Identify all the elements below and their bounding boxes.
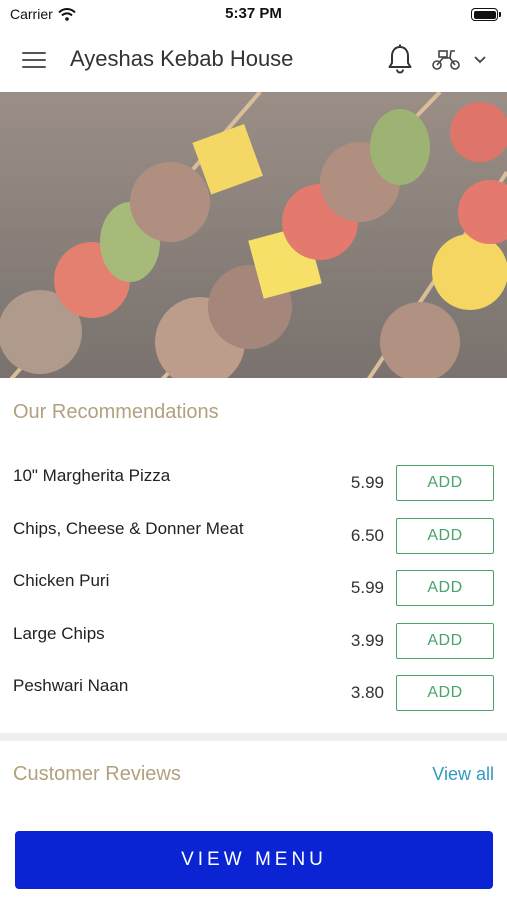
list-item: Chips, Cheese & Donner Meat 6.50 ADD — [0, 508, 507, 554]
recommendations-title: Our Recommendations — [13, 401, 219, 423]
add-button[interactable]: ADD — [396, 465, 494, 501]
section-divider — [0, 733, 507, 741]
view-menu-button[interactable]: VIEW MENU — [15, 831, 493, 889]
battery-icon — [471, 8, 501, 21]
item-name: Chips, Cheese & Donner Meat — [13, 519, 244, 538]
list-item: Large Chips 3.99 ADD — [0, 613, 507, 659]
item-name: 10" Margherita Pizza — [13, 466, 171, 485]
add-button[interactable]: ADD — [396, 675, 494, 711]
app-header: Ayeshas Kebab House — [0, 30, 507, 92]
view-all-link[interactable]: View all — [432, 764, 494, 785]
item-price: 3.99 — [350, 631, 384, 650]
item-price: 6.50 — [350, 526, 384, 545]
hero-image — [0, 92, 507, 378]
list-item: Peshwari Naan 3.80 ADD — [0, 665, 507, 711]
menu-icon[interactable] — [22, 50, 48, 70]
item-price: 5.99 — [350, 578, 384, 597]
scooter-icon[interactable] — [430, 46, 462, 72]
add-button[interactable]: ADD — [396, 623, 494, 659]
item-name: Chicken Puri — [13, 571, 110, 590]
restaurant-title: Ayeshas Kebab House — [70, 46, 294, 71]
bell-icon[interactable] — [385, 43, 415, 75]
status-bar: Carrier 5:37 PM — [0, 0, 507, 30]
list-item: 10" Margherita Pizza 5.99 ADD — [0, 455, 507, 501]
item-price: 3.80 — [350, 683, 384, 702]
chevron-down-icon[interactable] — [472, 52, 488, 66]
add-button[interactable]: ADD — [396, 570, 494, 606]
item-name: Large Chips — [13, 624, 105, 643]
item-name: Peshwari Naan — [13, 676, 129, 695]
reviews-title: Customer Reviews — [13, 763, 181, 785]
status-time: 5:37 PM — [225, 5, 282, 22]
add-button[interactable]: ADD — [396, 518, 494, 554]
item-price: 5.99 — [350, 473, 384, 492]
list-item: Chicken Puri 5.99 ADD — [0, 560, 507, 606]
